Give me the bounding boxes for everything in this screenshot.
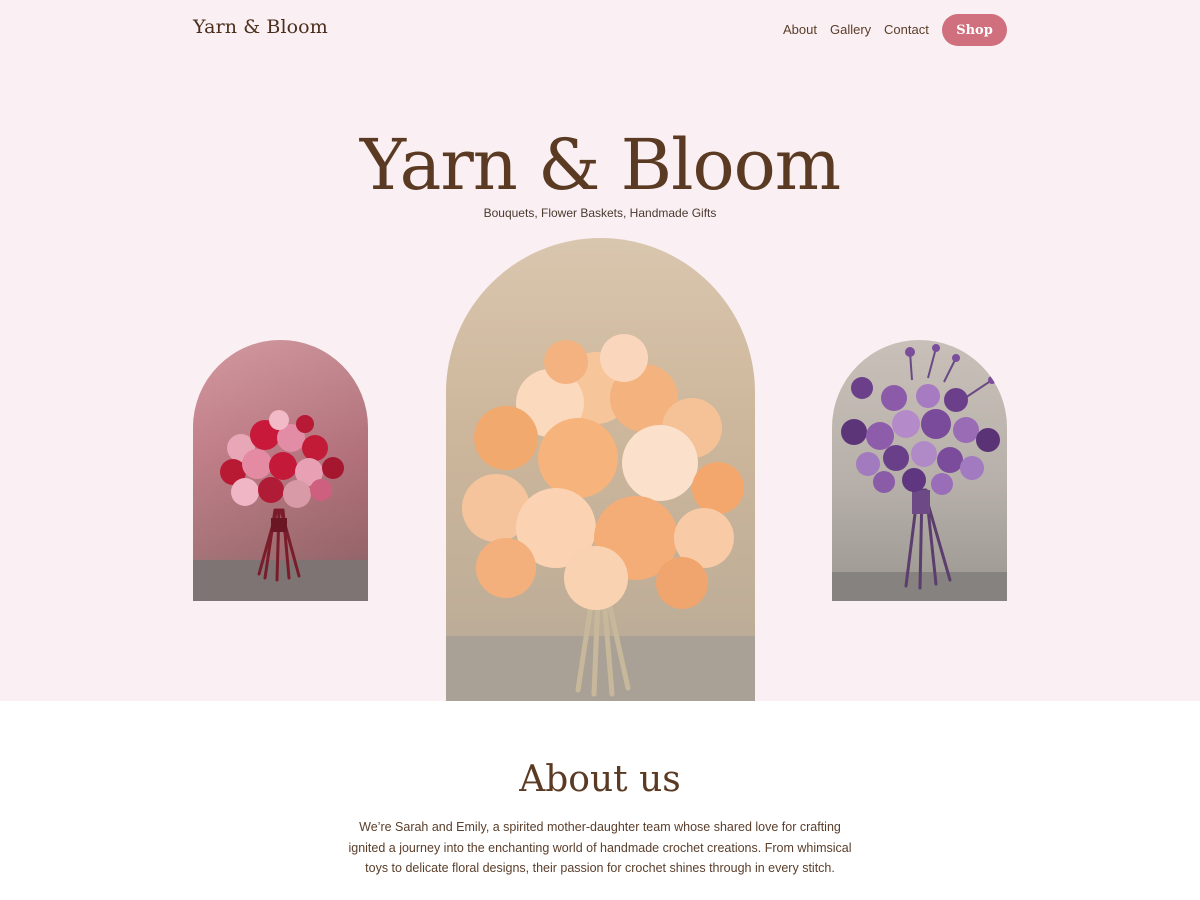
hero-section: Yarn & Bloom Bouquets, Flower Baskets, H… [0, 62, 1200, 701]
about-text: We’re Sarah and Emily, a spirited mother… [348, 820, 852, 875]
about-title: About us [519, 759, 681, 800]
shop-button[interactable]: Shop [942, 14, 1007, 46]
nav-contact[interactable]: Contact [884, 22, 929, 37]
hero-title: Yarn & Bloom [359, 124, 841, 206]
about-section: About us We’re Sarah and Emily, a spirit… [0, 701, 1200, 900]
brand-logo[interactable]: Yarn & Bloom [193, 16, 328, 38]
peach-bouquet-image [446, 238, 755, 701]
hero-subtitle: Bouquets, Flower Baskets, Handmade Gifts [483, 206, 717, 220]
purple-bouquet-image [832, 340, 1007, 601]
nav-about[interactable]: About [783, 22, 817, 37]
nav-gallery[interactable]: Gallery [830, 22, 871, 37]
red-pink-bouquet-image [193, 340, 368, 601]
site-header: Yarn & Bloom About Gallery Contact Shop [0, 0, 1200, 62]
